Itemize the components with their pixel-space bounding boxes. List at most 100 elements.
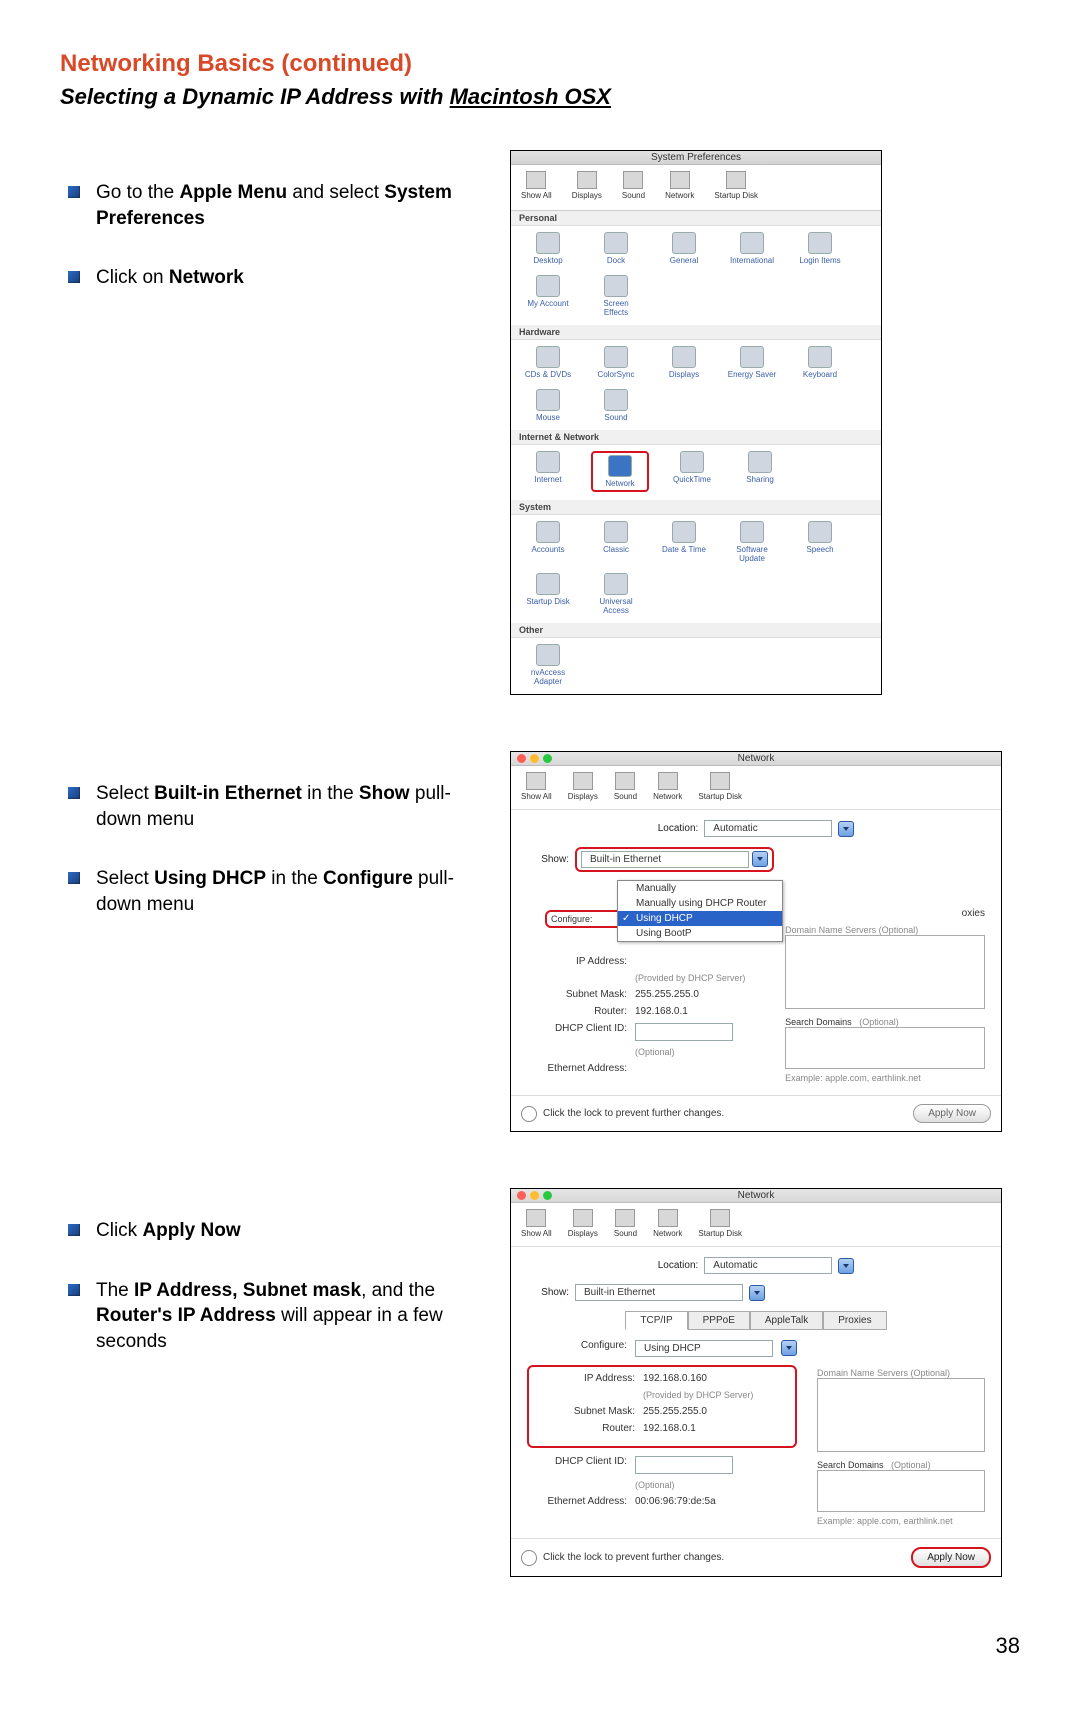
sysprefs-item-software-update[interactable]: Software Update (727, 521, 777, 563)
show-select[interactable]: Built-in Ethernet (581, 851, 749, 868)
configure-dropdown[interactable]: Manually Manually using DHCP Router Usin… (617, 880, 783, 942)
toolbar-showall[interactable]: Show All (521, 1209, 552, 1238)
dns-textarea[interactable] (785, 935, 985, 1009)
sysprefs-item-accounts[interactable]: Accounts (523, 521, 573, 563)
lock-text: Click the lock to prevent further change… (543, 1108, 724, 1119)
sysprefs-item-universal-access[interactable]: Universal Access (591, 573, 641, 615)
pref-icon (604, 389, 628, 411)
pref-icon (536, 389, 560, 411)
sysprefs-item-speech[interactable]: Speech (795, 521, 845, 563)
sysprefs-item-desktop[interactable]: Desktop (523, 232, 573, 265)
dhcpid-input[interactable] (635, 1023, 733, 1041)
pref-icon (680, 451, 704, 473)
sysprefs-item-general[interactable]: General (659, 232, 709, 265)
sysprefs-item-classic[interactable]: Classic (591, 521, 641, 563)
toolbar-displays[interactable]: Displays (568, 772, 598, 801)
ip-label: IP Address: (535, 1373, 635, 1384)
sysprefs-item-international[interactable]: International (727, 232, 777, 265)
toolbar-sound[interactable]: Sound (614, 1209, 637, 1238)
configure-opt-manual-dhcp[interactable]: Manually using DHCP Router (618, 896, 782, 911)
sysprefs-item-date-time[interactable]: Date & Time (659, 521, 709, 563)
configure-select[interactable]: Using DHCP (635, 1340, 773, 1357)
dhcpid-note: (Optional) (635, 1480, 675, 1490)
toolbar-network[interactable]: Network (653, 1209, 682, 1238)
sysprefs-item-keyboard[interactable]: Keyboard (795, 346, 845, 379)
toolbar-startup[interactable]: Startup Disk (698, 1209, 742, 1238)
chevron-down-icon[interactable] (838, 821, 854, 837)
pref-icon (536, 232, 560, 254)
sysprefs-item-my-account[interactable]: My Account (523, 275, 573, 317)
sysprefs-item-dock[interactable]: Dock (591, 232, 641, 265)
pref-label: Screen Effects (591, 299, 641, 317)
pref-label: Mouse (523, 413, 573, 422)
sysprefs-item-energy-saver[interactable]: Energy Saver (727, 346, 777, 379)
tab-pppoe[interactable]: PPPoE (688, 1311, 750, 1330)
router-value: 192.168.0.1 (643, 1423, 696, 1434)
toolbar-network[interactable]: Network (665, 171, 694, 200)
section-subtitle: Selecting a Dynamic IP Address with Maci… (60, 84, 1020, 110)
toolbar-sound[interactable]: Sound (614, 772, 637, 801)
toolbar-sound[interactable]: Sound (622, 171, 645, 200)
dhcpid-label: DHCP Client ID: (527, 1023, 627, 1041)
toolbar-showall[interactable]: Show All (521, 772, 552, 801)
sysprefs-item-sharing[interactable]: Sharing (735, 451, 785, 492)
show-label: Show: (527, 1287, 569, 1298)
search-textarea[interactable] (785, 1027, 985, 1069)
sysprefs-item-startup-disk[interactable]: Startup Disk (523, 573, 573, 615)
lock-icon[interactable] (521, 1550, 537, 1566)
pref-icon (672, 346, 696, 368)
dns-textarea[interactable] (817, 1378, 985, 1452)
step-1: Go to the Apple Menu and select System P… (60, 180, 480, 231)
step-4: Select Using DHCP in the Configure pull-… (60, 866, 480, 917)
pref-icon (740, 521, 764, 543)
chevron-down-icon[interactable] (749, 1285, 765, 1301)
sysprefs-item-sound[interactable]: Sound (591, 389, 641, 422)
configure-opt-manually[interactable]: Manually (618, 881, 782, 896)
pref-label: Keyboard (795, 370, 845, 379)
tab-appletalk[interactable]: AppleTalk (750, 1311, 823, 1330)
apply-now-button[interactable]: Apply Now (913, 1104, 991, 1123)
dhcpid-input[interactable] (635, 1456, 733, 1474)
pref-icon (536, 573, 560, 595)
apply-now-button[interactable]: Apply Now (911, 1547, 991, 1568)
chevron-down-icon[interactable] (752, 851, 768, 867)
sysprefs-categories: PersonalDesktopDockGeneralInternationalL… (511, 211, 881, 694)
sysprefs-item-network[interactable]: Network (591, 451, 649, 492)
search-textarea[interactable] (817, 1470, 985, 1512)
subnet-label: Subnet Mask: (527, 989, 627, 1000)
toolbar-displays[interactable]: Displays (572, 171, 602, 200)
location-select[interactable]: Automatic (704, 820, 832, 837)
pref-label: QuickTime (667, 475, 717, 484)
tab-proxies[interactable]: Proxies (823, 1311, 886, 1330)
toolbar-network[interactable]: Network (653, 772, 682, 801)
step-2: Click on Network (60, 265, 480, 291)
eth-label: Ethernet Address: (527, 1496, 627, 1507)
sysprefs-item-displays[interactable]: Displays (659, 346, 709, 379)
sysprefs-item-nvaccess-adapter[interactable]: nvAccess Adapter (523, 644, 573, 686)
toolbar-showall[interactable]: Show All (521, 171, 552, 200)
chevron-down-icon[interactable] (838, 1258, 854, 1274)
configure-opt-using-dhcp[interactable]: Using DHCP (618, 911, 782, 926)
location-select[interactable]: Automatic (704, 1257, 832, 1274)
sysprefs-item-screen-effects[interactable]: Screen Effects (591, 275, 641, 317)
lock-icon[interactable] (521, 1106, 537, 1122)
toolbar-startup[interactable]: Startup Disk (714, 171, 758, 200)
pref-label: My Account (523, 299, 573, 308)
configure-opt-bootp[interactable]: Using BootP (618, 926, 782, 941)
tab-tcpip[interactable]: TCP/IP (625, 1311, 687, 1330)
toolbar-startup[interactable]: Startup Disk (698, 772, 742, 801)
sysprefs-item-mouse[interactable]: Mouse (523, 389, 573, 422)
sysprefs-item-colorsync[interactable]: ColorSync (591, 346, 641, 379)
sysprefs-item-login-items[interactable]: Login Items (795, 232, 845, 265)
ip-value: 192.168.0.160 (643, 1373, 707, 1384)
pref-label: Classic (591, 545, 641, 554)
toolbar-displays[interactable]: Displays (568, 1209, 598, 1238)
show-select[interactable]: Built-in Ethernet (575, 1284, 743, 1301)
pref-icon (748, 451, 772, 473)
sysprefs-item-internet[interactable]: Internet (523, 451, 573, 492)
proxies-tab-partial: oxies (785, 908, 985, 919)
chevron-down-icon[interactable] (781, 1340, 797, 1356)
sysprefs-item-cds-dvds[interactable]: CDs & DVDs (523, 346, 573, 379)
sysprefs-item-quicktime[interactable]: QuickTime (667, 451, 717, 492)
window-title: Network (511, 1190, 1001, 1201)
